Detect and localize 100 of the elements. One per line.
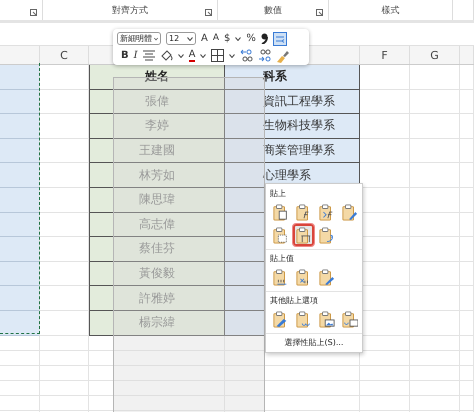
sheet-cell[interactable]: [410, 262, 460, 286]
sheet-cell[interactable]: [0, 188, 40, 213]
sheet-cell[interactable]: [0, 65, 40, 90]
sheet-cell[interactable]: [360, 396, 410, 411]
comma-style-icon[interactable]: [260, 33, 268, 44]
percent-button[interactable]: %: [246, 34, 256, 44]
sheet-cell[interactable]: [460, 350, 474, 366]
fill-bucket-icon[interactable]: [160, 50, 173, 62]
sheet-cell[interactable]: [460, 336, 474, 351]
borders-icon[interactable]: [211, 49, 224, 62]
sheet-cell[interactable]: [460, 366, 474, 381]
column-header[interactable]: F: [360, 46, 410, 64]
paste-special-item[interactable]: 選擇性貼上(S)...: [284, 337, 344, 348]
sheet-cell[interactable]: [460, 237, 474, 262]
sheet-cell[interactable]: [460, 212, 474, 238]
sheet-cell[interactable]: [460, 262, 474, 286]
sheet-cell[interactable]: [89, 396, 225, 411]
sheet-cell[interactable]: [0, 90, 40, 114]
sheet-cell[interactable]: [0, 396, 40, 411]
sheet-cell[interactable]: [460, 396, 474, 411]
sheet-cell[interactable]: [0, 286, 40, 311]
font-dropdown[interactable]: 新細明體: [117, 32, 161, 45]
sheet-cell[interactable]: [410, 350, 460, 366]
sheet-cell[interactable]: [460, 286, 474, 311]
sheet-cell[interactable]: [410, 366, 460, 381]
sheet-cell[interactable]: [410, 237, 460, 262]
caret-icon[interactable]: [154, 36, 158, 40]
sheet-cell[interactable]: [460, 188, 474, 213]
sheet-cell[interactable]: [0, 237, 40, 262]
format-painter-icon[interactable]: [276, 48, 290, 62]
sheet-cell[interactable]: [89, 366, 225, 381]
sheet-cell[interactable]: [360, 114, 410, 139]
decrease-decimal-icon[interactable]: [258, 49, 272, 62]
caret-icon[interactable]: [187, 36, 193, 40]
bold-button[interactable]: B: [121, 50, 129, 60]
paste-option[interactable]: [293, 224, 314, 246]
currency-button[interactable]: $: [224, 34, 230, 44]
sheet-cell[interactable]: [40, 380, 89, 396]
decrease-font-button[interactable]: A: [212, 34, 220, 43]
italic-button[interactable]: I: [134, 50, 138, 60]
sheet-cell[interactable]: [460, 65, 474, 90]
sheet-cell[interactable]: [89, 336, 225, 351]
sheet-cell[interactable]: [410, 396, 460, 411]
sheet-cell[interactable]: [40, 350, 89, 366]
sheet-cell[interactable]: [460, 138, 474, 164]
sheet-cell[interactable]: [410, 310, 460, 336]
caret-icon[interactable]: [229, 54, 236, 58]
dialog-launcher-icon[interactable]: [316, 9, 324, 17]
sheet-cell[interactable]: [0, 350, 40, 366]
sheet-cell[interactable]: [89, 350, 225, 366]
sheet-cell[interactable]: [460, 90, 474, 114]
align-center-icon[interactable]: [142, 50, 155, 61]
sheet-cell[interactable]: [410, 114, 460, 139]
sheet-cell[interactable]: [410, 380, 460, 396]
caret-icon[interactable]: [235, 36, 242, 40]
column-header[interactable]: C: [40, 46, 89, 64]
dialog-launcher-icon[interactable]: [30, 9, 38, 17]
sheet-cell[interactable]: [225, 366, 360, 381]
sheet-cell[interactable]: [460, 380, 474, 396]
sheet-cell[interactable]: [360, 138, 410, 164]
sheet-cell[interactable]: [0, 380, 40, 396]
sheet-cell[interactable]: [0, 262, 40, 286]
sheet-cell[interactable]: [225, 396, 360, 411]
dialog-launcher-icon[interactable]: [205, 9, 213, 17]
sheet-cell[interactable]: [410, 286, 460, 311]
sheet-cell[interactable]: [460, 114, 474, 139]
sheet-cell[interactable]: [410, 90, 460, 114]
font-color-button[interactable]: A: [188, 50, 196, 62]
sheet-cell[interactable]: [410, 212, 460, 238]
sheet-cell[interactable]: [0, 366, 40, 381]
sheet-cell[interactable]: [360, 366, 410, 381]
sheet-cell[interactable]: [40, 336, 89, 351]
sheet-cell[interactable]: [360, 90, 410, 114]
font-size-dropdown[interactable]: 12: [166, 32, 196, 45]
sheet-cell[interactable]: [0, 114, 40, 139]
sheet-cell[interactable]: [225, 380, 360, 396]
sheet-cell[interactable]: [40, 396, 89, 411]
sheet-cell[interactable]: [410, 65, 460, 90]
sheet-cell[interactable]: [0, 163, 40, 188]
sheet-cell[interactable]: [410, 138, 460, 164]
sheet-cell[interactable]: [410, 336, 460, 351]
sheet-cell[interactable]: [0, 310, 40, 336]
table-cell: 林芳如: [89, 163, 225, 188]
sheet-cell[interactable]: [89, 380, 225, 396]
sheet-cell[interactable]: [0, 138, 40, 164]
sheet-cell[interactable]: [410, 188, 460, 213]
caret-icon[interactable]: [178, 54, 184, 58]
sheet-cell[interactable]: [40, 366, 89, 381]
sheet-cell[interactable]: [360, 65, 410, 90]
sheet-cell[interactable]: [460, 163, 474, 188]
sheet-cell[interactable]: [0, 336, 40, 351]
sheet-cell[interactable]: [0, 212, 40, 238]
sheet-cell[interactable]: [410, 163, 460, 188]
wrap-text-icon[interactable]: [272, 32, 287, 46]
caret-icon[interactable]: [200, 54, 206, 58]
increase-decimal-icon[interactable]: [240, 49, 254, 62]
sheet-cell[interactable]: [360, 380, 410, 396]
sheet-cell[interactable]: [460, 310, 474, 336]
increase-font-button[interactable]: A: [201, 34, 208, 44]
column-header[interactable]: G: [410, 46, 460, 64]
